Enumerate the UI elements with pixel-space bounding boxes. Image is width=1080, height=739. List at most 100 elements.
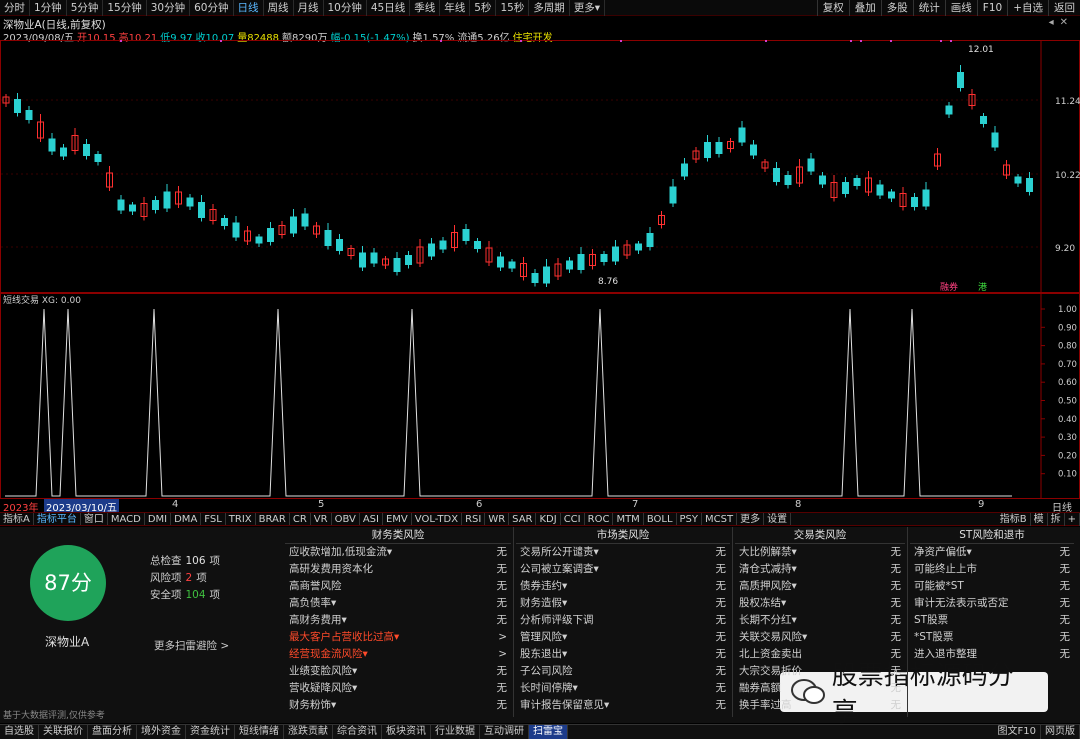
risk-item[interactable]: 业绩变脸风险▾ 无 — [285, 663, 511, 680]
indicator-tab[interactable]: VR — [311, 513, 332, 525]
risk-item[interactable]: 债券违约▾ 无 — [516, 578, 730, 595]
risk-item[interactable]: 长期不分红▾ 无 — [735, 612, 905, 629]
risk-item[interactable]: 审计报告保留意见▾ 无 — [516, 697, 730, 714]
indicator-tab[interactable]: FSL — [201, 513, 226, 525]
indicator-chart[interactable]: 短线交易 XG: 0.00 1.00 0.90 0.80 0.70 0.60 0.50 0.4… — [0, 293, 1080, 499]
tool-button[interactable]: F10 — [976, 0, 1007, 16]
bottom-tab[interactable]: 资金统计 — [186, 725, 235, 739]
indicator-tab[interactable]: WR — [485, 513, 510, 525]
risk-item[interactable]: 营收疑降风险▾ 无 — [285, 680, 511, 697]
tool-button[interactable]: 叠加 — [848, 0, 881, 16]
risk-item[interactable]: 可能终止上市 无 — [910, 561, 1074, 578]
period-tab[interactable]: 10分钟 — [324, 0, 367, 16]
bottom-tab[interactable]: 行业数据 — [431, 725, 480, 739]
tool-button[interactable]: 复权 — [816, 0, 849, 16]
period-tab[interactable]: 15秒 — [496, 0, 530, 16]
risk-item[interactable]: 清仓式减持▾ 无 — [735, 561, 905, 578]
indicator-tab[interactable]: ROC — [585, 513, 614, 525]
period-tab[interactable]: 周线 — [264, 0, 294, 16]
tool-button[interactable]: 返回 — [1048, 0, 1080, 16]
indicator-tab[interactable]: OBV — [332, 513, 360, 525]
period-tab[interactable]: 15分钟 — [103, 0, 147, 16]
bottom-tab[interactable]: 互动调研 — [480, 725, 529, 739]
tool-button[interactable]: +自选 — [1007, 0, 1048, 16]
indicator-tab[interactable]: VOL-TDX — [412, 513, 463, 525]
indicator-tab[interactable]: KDJ — [536, 513, 561, 525]
bottom-tab[interactable]: 扫雷宝 — [529, 725, 568, 739]
bottom-tab[interactable]: 关联报价 — [39, 725, 88, 739]
indicator-tab[interactable]: DMA — [171, 513, 202, 525]
risk-item[interactable]: 股权冻结▾ 无 — [735, 595, 905, 612]
risk-item[interactable]: 进入退市整理 无 — [910, 646, 1074, 663]
risk-item[interactable]: 财务粉饰▾ 无 — [285, 697, 511, 714]
tab-tool[interactable]: 拆 — [1048, 513, 1065, 526]
risk-item[interactable]: 子公司风险 无 — [516, 663, 730, 680]
indicator-tab[interactable]: PSY — [677, 513, 703, 525]
indicator-tab[interactable]: RSI — [462, 513, 486, 525]
indicator-tab[interactable]: SAR — [509, 513, 537, 525]
risk-item[interactable]: 经营现金流风险▾ > — [285, 646, 511, 663]
indicator-tab[interactable]: BOLL — [644, 513, 677, 525]
bottom-tab[interactable]: 境外资金 — [137, 725, 186, 739]
risk-item[interactable]: 大比例解禁▾ 无 — [735, 544, 905, 561]
bottom-tool[interactable]: 图文F10 — [994, 725, 1041, 739]
risk-item[interactable]: 股东退出▾ 无 — [516, 646, 730, 663]
risk-item[interactable]: 可能被*ST 无 — [910, 578, 1074, 595]
risk-item[interactable]: 融券高额 无 — [735, 680, 905, 697]
risk-item[interactable]: 公司被立案调查▾ 无 — [516, 561, 730, 578]
period-tab[interactable]: 多周期 — [529, 0, 570, 16]
tab-tool[interactable]: 指标B — [997, 513, 1031, 526]
bottom-tab[interactable]: 盘面分析 — [88, 725, 137, 739]
indicator-tab[interactable]: 指标A — [0, 513, 34, 525]
risk-item[interactable]: 关联交易风险▾ 无 — [735, 629, 905, 646]
indicator-tab[interactable]: EMV — [383, 513, 412, 525]
period-tab[interactable]: 1分钟 — [30, 0, 67, 16]
period-tab[interactable]: 月线 — [294, 0, 324, 16]
indicator-tab[interactable]: ASI — [360, 513, 383, 525]
indicator-tab[interactable]: CR — [290, 513, 311, 525]
bottom-tool[interactable]: 网页版 — [1041, 725, 1080, 739]
period-tab[interactable]: 60分钟 — [190, 0, 234, 16]
risk-item[interactable]: 高研发费用资本化 无 — [285, 561, 511, 578]
risk-item[interactable]: 分析师评级下调 无 — [516, 612, 730, 629]
tool-button[interactable]: 统计 — [912, 0, 945, 16]
bottom-tab[interactable]: 综合资讯 — [333, 725, 382, 739]
risk-item[interactable]: 高质押风险▾ 无 — [735, 578, 905, 595]
indicator-tab[interactable]: DMI — [145, 513, 172, 525]
bottom-tab[interactable]: 板块资讯 — [382, 725, 431, 739]
risk-item[interactable]: 最大客户占营收比过高▾ > — [285, 629, 511, 646]
risk-item[interactable]: 高财务费用▾ 无 — [285, 612, 511, 629]
risk-item[interactable]: ST股票 无 — [910, 612, 1074, 629]
period-tab[interactable]: 5秒 — [470, 0, 497, 16]
period-tab[interactable]: 分时 — [0, 0, 30, 16]
risk-item[interactable]: 高商誉风险 无 — [285, 578, 511, 595]
more-scan-link[interactable]: 更多扫雷避险 > — [154, 638, 229, 653]
risk-item[interactable]: 净资产偏低▾ 无 — [910, 544, 1074, 561]
indicator-tab[interactable]: CCI — [561, 513, 585, 525]
indicator-tab[interactable]: 设置 — [764, 513, 792, 525]
risk-item[interactable]: 高负债率▾ 无 — [285, 595, 511, 612]
risk-item[interactable]: 长时间停牌▾ 无 — [516, 680, 730, 697]
period-tab[interactable]: 更多▾ — [570, 0, 606, 16]
risk-item[interactable]: *ST股票 无 — [910, 629, 1074, 646]
bottom-tab[interactable]: 涨跌贡献 — [284, 725, 333, 739]
period-tab[interactable]: 年线 — [440, 0, 471, 16]
bottom-tab[interactable]: 短线情绪 — [235, 725, 284, 739]
tool-button[interactable]: 画线 — [944, 0, 977, 16]
indicator-tab[interactable]: MACD — [108, 513, 145, 525]
window-controls[interactable]: ◂✕ — [1049, 17, 1074, 28]
bottom-tab[interactable]: 自选股 — [0, 725, 39, 739]
risk-item[interactable]: 交易所公开谴责▾ 无 — [516, 544, 730, 561]
risk-item[interactable]: 应收款增加,低现金流▾ 无 — [285, 544, 511, 561]
risk-item[interactable]: 换手率过高 无 — [735, 697, 905, 714]
risk-item[interactable]: 财务造假▾ 无 — [516, 595, 730, 612]
period-tab[interactable]: 45日线 — [367, 0, 411, 16]
tool-button[interactable]: 多股 — [880, 0, 913, 16]
indicator-tab[interactable]: BRAR — [256, 513, 290, 525]
indicator-tab[interactable]: TRIX — [226, 513, 256, 525]
indicator-tab[interactable]: MCST — [702, 513, 738, 525]
period-tab[interactable]: 5分钟 — [67, 0, 104, 16]
risk-item[interactable]: 管理风险▾ 无 — [516, 629, 730, 646]
risk-item[interactable]: 大宗交易折价 无 — [735, 663, 905, 680]
risk-item[interactable]: 审计无法表示或否定 无 — [910, 595, 1074, 612]
